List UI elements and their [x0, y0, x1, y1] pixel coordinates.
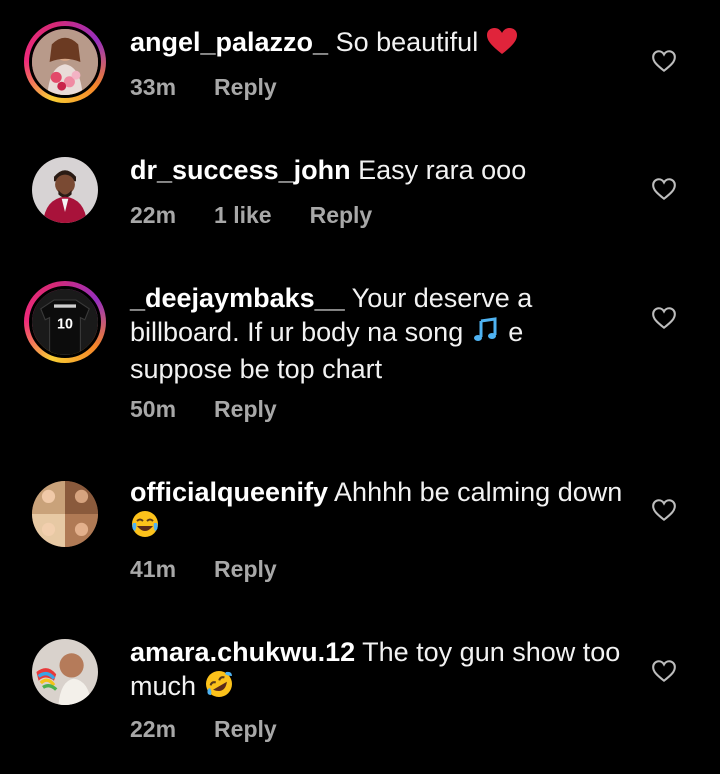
comment-text: amara.chukwu.12 The toy gun show too muc…	[130, 636, 630, 707]
comment-meta: 50m Reply	[130, 396, 315, 423]
musical-notes-icon	[470, 315, 501, 353]
like-button[interactable]	[651, 497, 677, 523]
comment-time: 22m	[130, 202, 177, 228]
avatar	[32, 639, 98, 705]
woman-flowers-avatar-icon	[32, 29, 98, 95]
collage-women-avatar-icon	[32, 481, 98, 547]
like-button[interactable]	[651, 48, 677, 74]
avatar-frame[interactable]	[24, 631, 106, 713]
heart-outline-icon	[652, 178, 676, 201]
red-heart-icon	[486, 27, 518, 63]
avatar	[32, 481, 98, 547]
comment-time: 33m	[130, 74, 177, 100]
face-with-tears-of-joy-icon	[130, 509, 160, 547]
rolling-on-floor-laughing-icon	[204, 669, 234, 707]
heart-outline-icon	[652, 50, 676, 73]
comment-text: dr_success_john Easy rara ooo	[130, 154, 630, 187]
avatar-frame[interactable]	[24, 473, 106, 555]
avatar-frame[interactable]	[24, 149, 106, 231]
heart-outline-icon	[652, 660, 676, 683]
comment-username[interactable]: officialqueenify	[130, 477, 328, 507]
avatar	[29, 26, 101, 98]
comment-body: Easy rara ooo	[358, 155, 527, 185]
heart-outline-icon	[652, 499, 676, 522]
comment-time: 41m	[130, 556, 177, 582]
reply-button[interactable]: Reply	[214, 396, 277, 422]
reply-button[interactable]: Reply	[310, 202, 373, 228]
comment-username[interactable]: _deejaymbaks__	[130, 283, 345, 313]
comment-text: angel_palazzo_ So beautiful	[130, 26, 630, 63]
child-with-toy-avatar-icon	[32, 639, 98, 705]
comment-username[interactable]: dr_success_john	[130, 155, 351, 185]
comment-username[interactable]: angel_palazzo_	[130, 27, 328, 57]
heart-outline-icon	[652, 307, 676, 330]
avatar	[32, 157, 98, 223]
comment-text: officialqueenify Ahhhh be calming down	[130, 476, 630, 547]
jersey-10-avatar-icon: 10	[32, 289, 98, 355]
comment-username[interactable]: amara.chukwu.12	[130, 637, 355, 667]
comment-body: Ahhhh be calming down	[334, 477, 623, 507]
comment-time: 50m	[130, 396, 177, 422]
avatar: 10	[29, 286, 101, 358]
like-button[interactable]	[651, 305, 677, 331]
man-red-suit-avatar-icon	[32, 157, 98, 223]
jersey-number: 10	[57, 317, 73, 333]
comment-time: 22m	[130, 716, 177, 742]
reply-button[interactable]: Reply	[214, 716, 277, 742]
comment-meta: 22m Reply	[130, 716, 315, 743]
avatar-story-ring[interactable]	[24, 21, 106, 103]
comment-body: So beautiful	[335, 27, 479, 57]
reply-button[interactable]: Reply	[214, 74, 277, 100]
comment-text: _deejaymbaks__ Your deserve a billboard.…	[130, 282, 630, 386]
comment-meta: 22m 1 like Reply	[130, 202, 410, 229]
reply-button[interactable]: Reply	[214, 556, 277, 582]
like-count[interactable]: 1 like	[214, 202, 272, 228]
comment-meta: 41m Reply	[130, 556, 315, 583]
like-button[interactable]	[651, 176, 677, 202]
like-button[interactable]	[651, 658, 677, 684]
avatar-story-ring[interactable]: 10	[24, 281, 106, 363]
comment-meta: 33m Reply	[130, 74, 315, 101]
